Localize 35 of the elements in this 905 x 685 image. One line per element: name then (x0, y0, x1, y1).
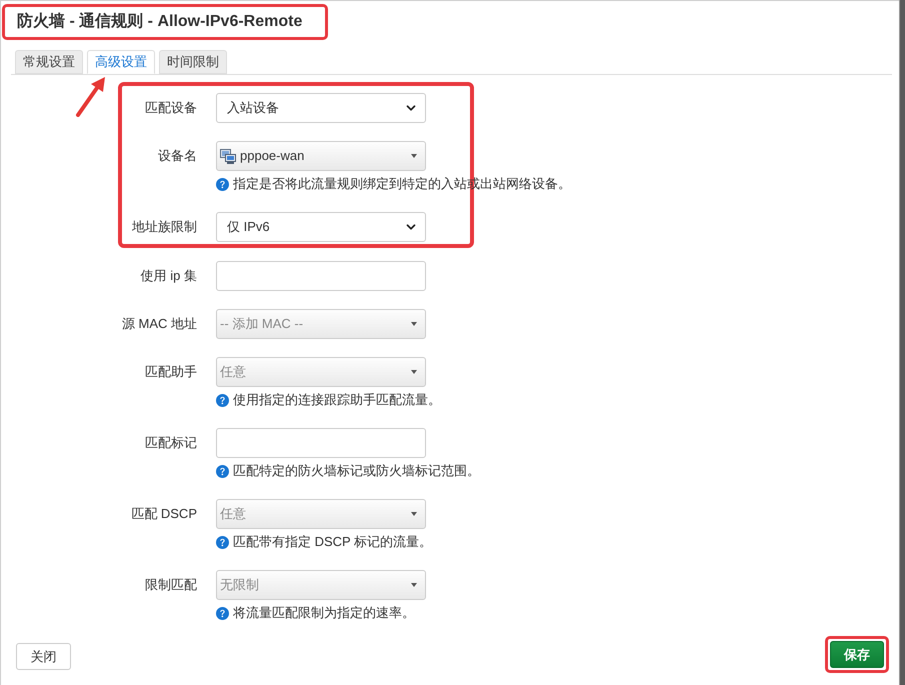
caret-down-icon (411, 322, 417, 326)
help-text: 使用指定的连接跟踪助手匹配流量。 (233, 391, 441, 410)
dropdown-field[interactable]: pppoe-wan (216, 141, 426, 171)
select-field[interactable]: 入站设备 (216, 93, 426, 123)
help-text: 将流量匹配限制为指定的速率。 (233, 604, 415, 622)
field-label: 限制匹配 (145, 576, 197, 594)
help-icon (216, 536, 229, 548)
field-label: 设备名 (158, 147, 197, 166)
save-button[interactable]: 保存 (830, 641, 884, 668)
text-field[interactable] (216, 428, 426, 458)
dialog-title: 防火墙 - 通信规则 - Allow-IPv6-Remote (17, 11, 302, 32)
text-field[interactable] (216, 261, 426, 291)
caret-down-icon (411, 154, 417, 158)
field-label: 匹配 DSCP (131, 505, 197, 524)
caret-down-icon (411, 512, 417, 516)
help-icon (216, 606, 229, 620)
help-icon (216, 178, 229, 190)
field-label: 使用 ip 集 (140, 267, 197, 286)
field-label: 匹配设备 (145, 99, 197, 118)
help-text: 匹配带有指定 DSCP 标记的流量。 (233, 533, 432, 552)
field-label: 源 MAC 地址 (122, 315, 197, 334)
help-icon (216, 394, 229, 406)
help-icon (216, 464, 229, 478)
field-label: 匹配标记 (145, 434, 197, 452)
tab[interactable]: 常规设置 (15, 50, 83, 74)
help-text: 匹配特定的防火墙标记或防火墙标记范围。 (233, 462, 480, 480)
field-label: 匹配助手 (145, 363, 197, 382)
computer-icon (220, 148, 236, 164)
close-button[interactable]: 关闭 (16, 643, 71, 670)
caret-down-icon (411, 583, 417, 587)
tab[interactable]: 时间限制 (159, 50, 227, 74)
select-field[interactable]: 仅 IPv6 (216, 212, 426, 242)
caret-down-icon (411, 370, 417, 374)
tab[interactable]: 高级设置 (87, 50, 155, 74)
field-label: 地址族限制 (132, 218, 197, 236)
